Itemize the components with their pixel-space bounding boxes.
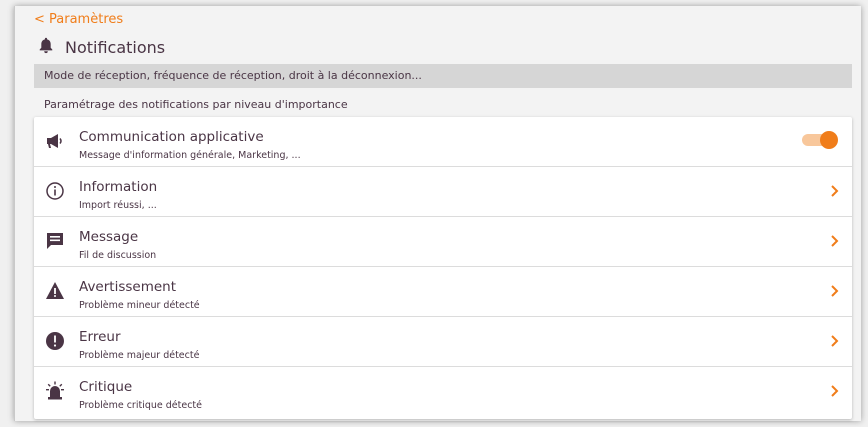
chevron-right-icon [830, 383, 840, 399]
item-label: Communication applicative [79, 129, 264, 145]
info-icon [45, 181, 65, 201]
item-description: Import réussi, ... [79, 200, 157, 211]
list-item-avertissement[interactable]: Avertissement Problème mineur détecté [34, 267, 852, 317]
item-label: Avertissement [79, 279, 177, 295]
item-label: Erreur [79, 329, 121, 345]
page-title: Notifications [65, 37, 166, 57]
list-item-information[interactable]: Information Import réussi, ... [34, 167, 852, 217]
item-label: Information [79, 179, 158, 195]
item-description: Problème majeur détecté [79, 350, 200, 361]
item-description: Problème critique détecté [79, 400, 202, 411]
item-description: Fil de discussion [79, 250, 157, 261]
chevron-right-icon [830, 233, 840, 249]
message-icon [45, 231, 65, 251]
bell-icon [37, 36, 65, 58]
list-item-communication-applicative[interactable]: Communication applicative Message d'info… [34, 117, 852, 167]
list-item-message[interactable]: Message Fil de discussion [34, 217, 852, 267]
page-title-row: Notifications [37, 36, 165, 58]
notification-levels-list: Communication applicative Message d'info… [34, 117, 852, 419]
item-label: Critique [79, 379, 133, 395]
list-item-critique[interactable]: Critique Problème critique détecté [34, 367, 852, 417]
item-description: Message d'information générale, Marketin… [79, 150, 301, 161]
megaphone-icon [45, 131, 65, 151]
chevron-right-icon [830, 183, 840, 199]
error-icon [45, 331, 65, 351]
item-description: Problème mineur détecté [79, 300, 200, 311]
item-label: Message [79, 229, 139, 245]
siren-icon [45, 381, 65, 401]
toggle-knob [820, 131, 838, 149]
description-bar: Mode de réception, fréquence de réceptio… [34, 64, 852, 88]
settings-panel: < Paramètres Notifications Mode de récep… [14, 6, 861, 421]
warning-icon [45, 281, 65, 301]
section-title: Paramétrage des notifications par niveau… [44, 98, 348, 111]
chevron-right-icon [830, 283, 840, 299]
list-item-erreur[interactable]: Erreur Problème majeur détecté [34, 317, 852, 367]
back-to-settings-link[interactable]: < Paramètres [34, 12, 123, 27]
communication-toggle[interactable] [802, 131, 838, 149]
chevron-right-icon [830, 333, 840, 349]
